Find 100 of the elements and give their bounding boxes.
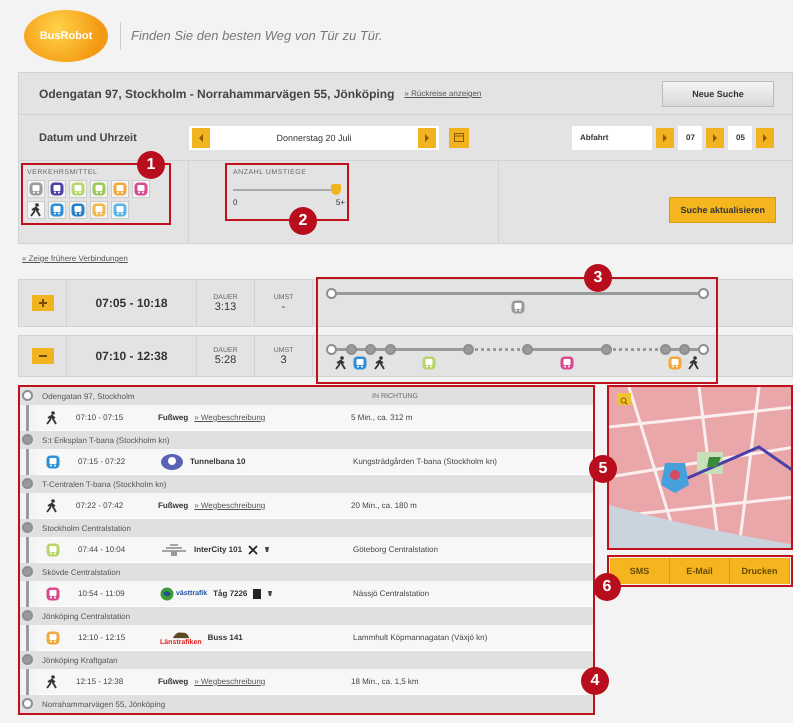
stop-marker [22, 390, 33, 401]
leg-info: 5 Min., ca. 312 m [351, 413, 412, 422]
stop-marker [22, 698, 33, 709]
caret-left-icon [198, 134, 204, 142]
stop-marker [22, 654, 33, 665]
leg-info: Lammhult Köpmannagatan (Växjö kn) [353, 633, 488, 642]
walking-person-icon [46, 410, 58, 424]
stop-name: Skövde Centralstation [42, 568, 122, 576]
slider-thumb[interactable] [331, 184, 341, 195]
caret-right-icon [712, 134, 718, 142]
dropdown-button[interactable] [656, 128, 674, 148]
leg-mode: Fußweg [158, 413, 188, 422]
minute-button[interactable] [756, 128, 774, 148]
line-name: InterCity 101 [194, 545, 242, 554]
stop-name: Jönköping Kraftgatan [42, 656, 119, 664]
walking-person-icon [334, 356, 347, 370]
transfers-value: 3 [280, 354, 287, 366]
journey-leg[interactable]: 07:44 - 10:04 InterCity 101 Göteborg Centralstation [36, 537, 593, 563]
line-name: Tåg 7226 [213, 589, 248, 598]
leg-time: 10:54 - 11:09 [77, 589, 126, 598]
leg-mode: Fußweg [158, 677, 188, 686]
line-name: Tunnelbana 10 [190, 457, 246, 466]
new-search-button[interactable]: Neue Suche [662, 80, 774, 106]
hour-button[interactable] [706, 128, 724, 148]
walking-person-icon [688, 356, 700, 370]
stop-marker [22, 478, 33, 489]
stop-node [463, 344, 474, 355]
plus-icon [38, 299, 46, 307]
leg-time: 12:10 - 12:15 [77, 633, 126, 642]
date-text: Donnerstag 20 Juli [275, 132, 353, 142]
stop-marker [22, 522, 33, 533]
stop-node [326, 344, 337, 355]
previous-day-button[interactable] [192, 128, 210, 148]
update-search-button[interactable]: Suche aktualisieren [669, 197, 776, 223]
caret-right-icon [424, 134, 430, 142]
walking-person-icon [46, 674, 58, 688]
callout-number: 3 [584, 264, 612, 292]
minus-icon [38, 352, 46, 360]
stop-node [698, 344, 709, 355]
stop-name: Norrahammarvägen 55, Jönköping [42, 700, 166, 708]
collapse-button[interactable] [32, 348, 54, 364]
stop-marker [22, 434, 33, 445]
stop-marker [22, 566, 33, 577]
roundel-logo [160, 452, 184, 470]
stop-name: Jönköping Centralstation [42, 612, 132, 620]
stop-node [365, 344, 376, 355]
directions-link[interactable]: » Wegbeschreibung [194, 677, 266, 686]
caret-right-icon [762, 134, 768, 142]
callout-number: 1 [137, 151, 165, 179]
stop-node [600, 344, 612, 355]
leg-time: 07:44 - 10:04 [77, 545, 126, 554]
globe-logo [160, 586, 174, 600]
directions-link[interactable]: » Wegbeschreibung [194, 501, 266, 510]
callout-number: 2 [289, 207, 317, 235]
calendar-icon [454, 133, 464, 142]
tagline: Finden Sie den besten Weg von Tür zu Tür. [120, 22, 382, 50]
minute-field[interactable]: 05 [728, 126, 752, 150]
hour-field[interactable]: 07 [678, 126, 702, 150]
stop-name: S:t Eriksplan T-bana (Stockholm kn) [42, 436, 170, 444]
transfers-value: - [282, 300, 286, 312]
next-day-button[interactable] [418, 128, 436, 148]
cup-icon [264, 546, 270, 553]
expand-button[interactable] [32, 295, 54, 311]
zoom-button[interactable] [617, 393, 631, 405]
caret-right-icon [662, 134, 668, 142]
leg-time: 12:15 - 12:38 [75, 677, 124, 686]
transfers-slider[interactable] [233, 186, 341, 194]
duration-value: 3:13 [214, 300, 236, 312]
callout-number: 4 [581, 667, 609, 695]
route-title: Odengatan 97, Stockholm - Norrahammarvägen 55, Jönköping [39, 86, 394, 100]
callout-number: 6 [593, 573, 621, 601]
slider-max-label: 5+ [336, 198, 345, 207]
date-time-label: Datum und Uhrzeit [39, 132, 138, 144]
journey-leg[interactable]: 07:22 - 07:42 Fußweg » Wegbeschreibung 20 Min., ca. 180 m [36, 493, 593, 519]
journey-leg[interactable]: 07:10 - 07:15 Fußweg » Wegbeschreibung 5 Min., ca. 312 m [36, 405, 593, 431]
departure-select[interactable]: Abfahrt [572, 126, 652, 150]
line-name: Buss 141 [208, 633, 243, 642]
stop-node [522, 344, 534, 355]
transport-toggle[interactable] [27, 201, 45, 219]
reverse-link[interactable]: » Rückreise anzeigen [404, 89, 482, 98]
journey-leg[interactable]: 07:15 - 07:22 Tunnelbana 10 Kungsträdgården T-bana (Stockholm kn) [36, 449, 593, 475]
calendar-button[interactable] [449, 128, 469, 148]
trip-time: 07:10 - 12:38 [95, 349, 168, 363]
date-field[interactable]: Donnerstag 20 Juli [189, 126, 439, 150]
stop-name: Stockholm Centralstation [42, 524, 132, 532]
stop-node [326, 288, 337, 299]
stop-node [698, 288, 709, 299]
leg-time: 07:10 - 07:15 [75, 413, 124, 422]
leg-info: 20 Min., ca. 180 m [351, 501, 417, 510]
leg-mode: Fußweg [158, 501, 188, 510]
walking-person-icon [46, 498, 58, 512]
earlier-connections-link[interactable]: « Zeige frühere Verbindungen [22, 254, 128, 263]
duration-value: 5:28 [214, 354, 236, 366]
stop-node [679, 344, 690, 355]
leg-info: Kungsträdgården T-bana (Stockholm kn) [353, 457, 497, 466]
leg-info: 18 Min., ca. 1,5 km [351, 677, 419, 686]
directions-link[interactable]: » Wegbeschreibung [194, 413, 266, 422]
stop-node [384, 344, 396, 355]
cup-icon [267, 590, 274, 597]
walking-person-icon [30, 203, 42, 217]
